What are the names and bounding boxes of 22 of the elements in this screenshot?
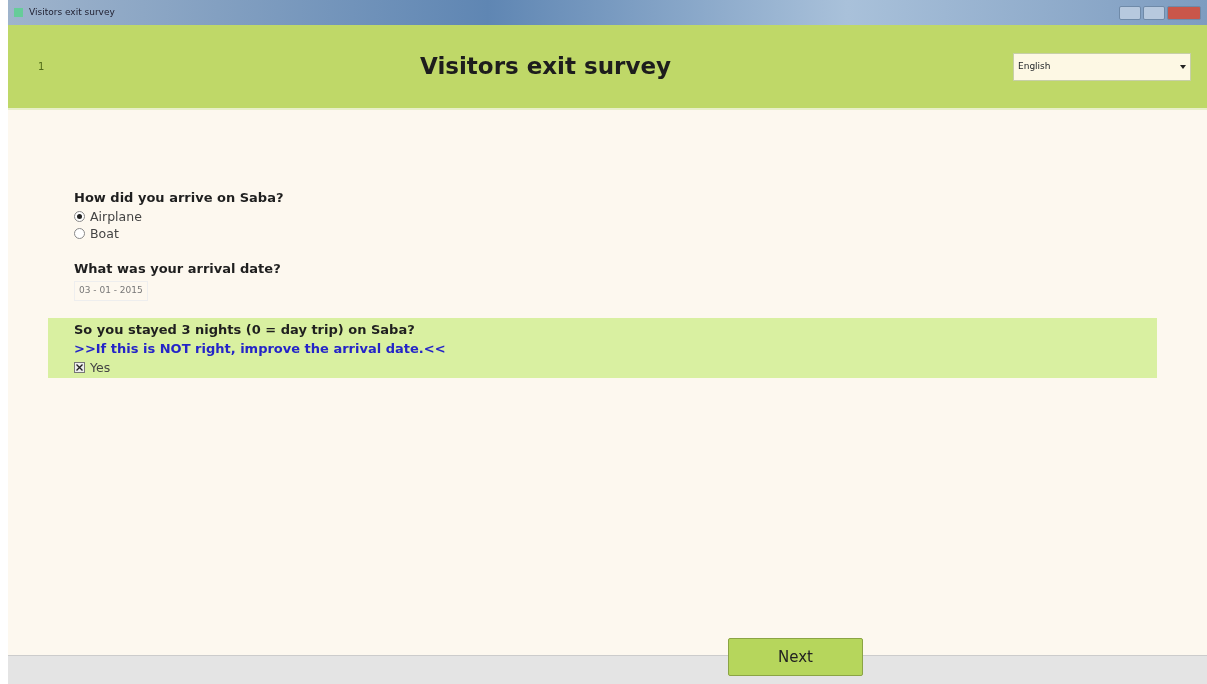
question-label: So you stayed 3 nights (0 = day trip) on Saba? bbox=[74, 320, 416, 339]
option-label: Airplane bbox=[90, 207, 142, 225]
next-button[interactable]: Next bbox=[728, 638, 863, 676]
language-dropdown[interactable]: English bbox=[1013, 52, 1191, 81]
checkbox[interactable] bbox=[74, 361, 85, 373]
radio-button[interactable] bbox=[74, 210, 85, 222]
caret-icon bbox=[1180, 64, 1186, 69]
dropdown-value: English bbox=[1018, 59, 1051, 73]
app-icon bbox=[14, 8, 23, 17]
option-label: Boat bbox=[90, 224, 119, 242]
window-title: Visitors exit survey bbox=[29, 5, 115, 19]
date-field[interactable]: 03 - 01 - 2015 bbox=[74, 281, 148, 301]
minimize-button[interactable] bbox=[1119, 5, 1141, 20]
question-label: How did you arrive on Saba? bbox=[74, 189, 285, 207]
question-label: What was your arrival date? bbox=[74, 259, 282, 278]
hint-text: >>If this is NOT right, improve the arrival date.<< bbox=[74, 340, 447, 358]
radio-button[interactable] bbox=[74, 227, 85, 239]
page-number: 1 bbox=[38, 60, 46, 74]
survey-title: Visitors exit survey bbox=[419, 52, 672, 82]
maximize-button[interactable] bbox=[1143, 5, 1165, 20]
checkbox-label: Yes bbox=[90, 358, 111, 376]
close-button[interactable] bbox=[1167, 5, 1201, 20]
